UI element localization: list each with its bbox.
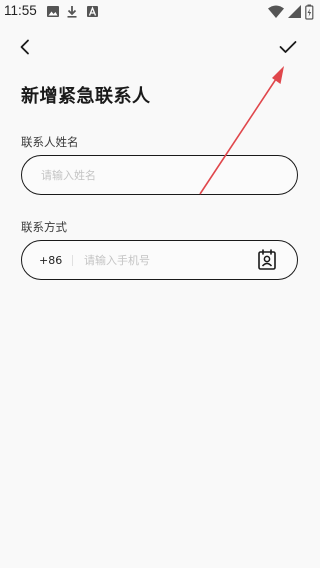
status-system-icons <box>268 4 314 20</box>
chevron-left-icon <box>20 39 29 55</box>
download-icon <box>67 6 77 18</box>
checkmark-icon <box>279 41 297 53</box>
status-bar: 11:55 <box>0 0 320 24</box>
image-icon <box>47 6 59 17</box>
phone-input[interactable] <box>84 241 244 279</box>
font-app-icon <box>87 6 98 17</box>
name-field[interactable] <box>21 155 298 195</box>
divider <box>72 255 73 266</box>
confirm-button[interactable] <box>273 32 303 62</box>
phone-field[interactable]: +86 <box>21 240 298 280</box>
annotation-arrowhead <box>272 66 284 84</box>
status-notification-icons <box>47 6 98 18</box>
status-time: 11:55 <box>4 3 37 18</box>
name-input[interactable] <box>41 156 281 194</box>
country-code[interactable]: +86 <box>39 241 62 279</box>
contact-label: 联系方式 <box>21 220 67 234</box>
name-label: 联系人姓名 <box>21 135 79 149</box>
wifi-icon <box>268 5 284 18</box>
back-button[interactable] <box>10 32 40 62</box>
battery-icon <box>305 4 314 20</box>
contact-book-icon[interactable] <box>257 249 277 271</box>
signal-icon <box>288 5 301 18</box>
page-title: 新增紧急联系人 <box>21 86 151 107</box>
